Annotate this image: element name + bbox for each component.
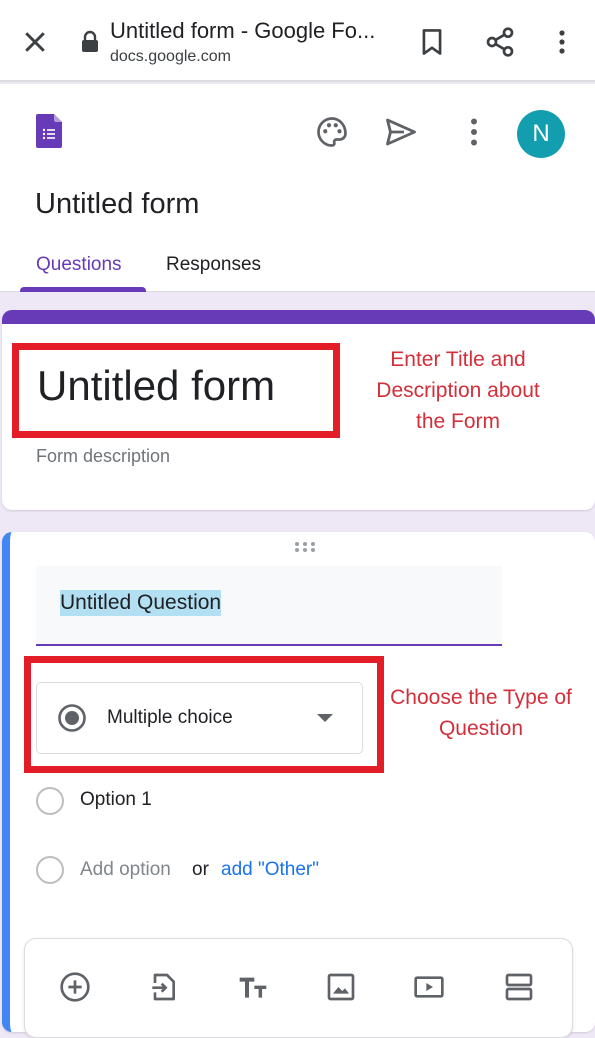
- add-other-link[interactable]: add "Other": [221, 859, 319, 881]
- browser-bar: Untitled form - Google Fo... docs.google…: [0, 0, 595, 82]
- more-vert-icon[interactable]: [550, 26, 574, 58]
- form-title-header: Untitled form: [35, 188, 200, 220]
- close-icon[interactable]: [20, 27, 50, 57]
- avatar[interactable]: N: [517, 110, 565, 158]
- active-tab-indicator: [20, 287, 146, 292]
- annotation-title-note: Enter Title and Description about the Fo…: [376, 348, 540, 433]
- or-label: or: [192, 859, 209, 880]
- add-question-icon[interactable]: [59, 971, 91, 1003]
- tab-responses[interactable]: Responses: [166, 254, 261, 276]
- tab-questions[interactable]: Questions: [36, 254, 122, 276]
- share-icon[interactable]: [484, 26, 516, 58]
- annotation-type-note: Choose the Type of Question: [390, 686, 572, 740]
- app-header: N Untitled form Questions Responses: [0, 84, 595, 292]
- google-forms-logo[interactable]: [36, 114, 62, 148]
- bookmark-icon[interactable]: [418, 27, 446, 57]
- add-video-icon[interactable]: [413, 971, 445, 1003]
- palette-icon[interactable]: [314, 114, 350, 150]
- question-title-input[interactable]: Untitled Question: [36, 566, 502, 646]
- question-title-text: Untitled Question: [60, 590, 222, 616]
- option-1-input[interactable]: Option 1: [80, 789, 152, 811]
- import-questions-icon[interactable]: [147, 971, 179, 1003]
- add-section-icon[interactable]: [503, 971, 535, 1003]
- annotation-box-type: [24, 656, 384, 773]
- add-image-icon[interactable]: [325, 971, 357, 1003]
- add-option-radio: [36, 856, 64, 884]
- page-url: docs.google.com: [110, 48, 231, 65]
- form-description-input[interactable]: Form description: [36, 446, 170, 467]
- question-toolbar: [24, 938, 573, 1038]
- lock-icon: [82, 30, 98, 52]
- send-icon[interactable]: [383, 114, 419, 150]
- option-radio: [36, 787, 64, 815]
- page-title: Untitled form - Google Fo...: [110, 18, 376, 43]
- more-vert-icon[interactable]: [456, 114, 492, 150]
- drag-handle-icon[interactable]: [290, 540, 320, 554]
- annotation-box-title: [12, 343, 340, 438]
- add-title-icon[interactable]: [237, 971, 269, 1003]
- add-option-input[interactable]: Add option: [80, 859, 171, 881]
